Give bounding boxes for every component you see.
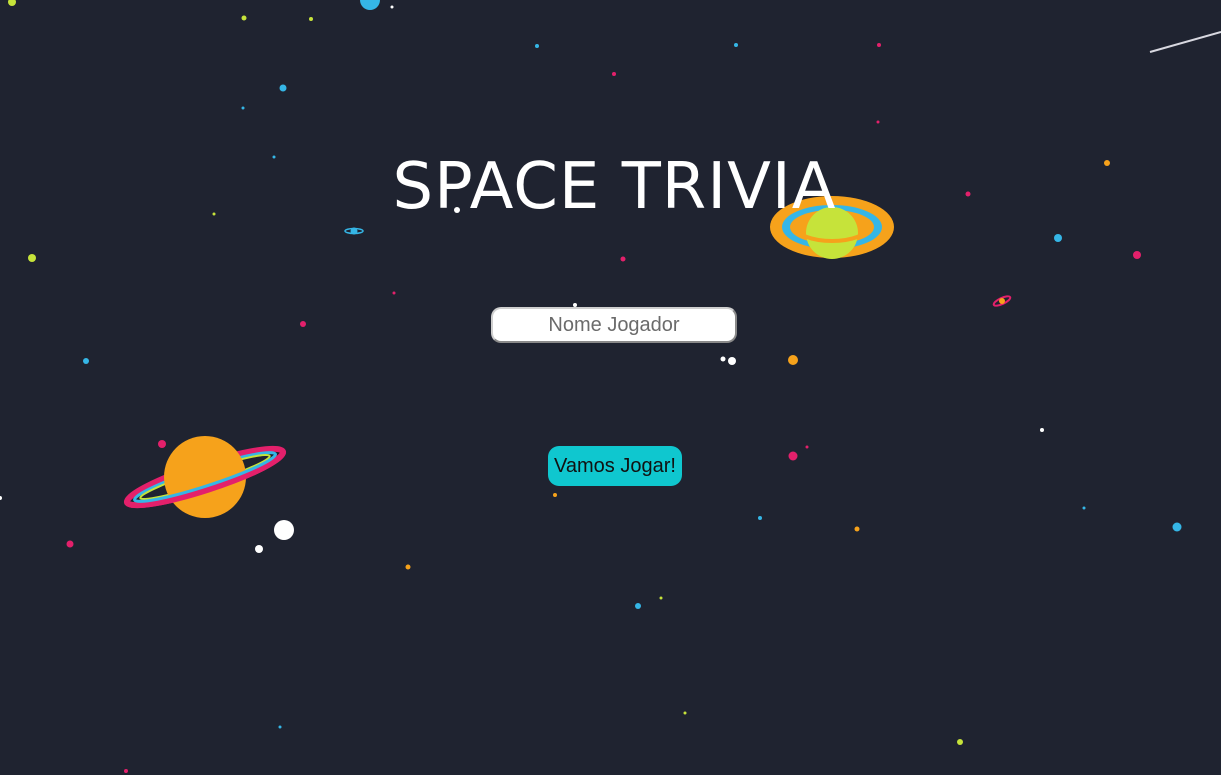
star xyxy=(635,603,641,609)
star xyxy=(300,321,306,327)
game-title: SPACE TRIVIA xyxy=(392,150,837,224)
star xyxy=(274,520,294,540)
star xyxy=(1082,506,1086,510)
star xyxy=(788,355,798,365)
star xyxy=(805,445,809,449)
star xyxy=(758,516,762,520)
star xyxy=(405,564,411,570)
shooting-star-icon xyxy=(1149,31,1221,53)
star xyxy=(683,711,687,715)
player-name-input[interactable] xyxy=(491,307,737,343)
star xyxy=(1040,428,1044,432)
star xyxy=(278,725,282,729)
star xyxy=(360,0,380,10)
star xyxy=(553,493,557,497)
star xyxy=(876,120,880,124)
star xyxy=(1172,522,1182,532)
star xyxy=(957,739,963,745)
star xyxy=(241,15,247,21)
star xyxy=(241,106,245,110)
space-background: SPACE TRIVIA Vamos Jogar! xyxy=(0,0,1221,775)
star xyxy=(535,44,539,48)
star xyxy=(279,84,287,92)
start-game-button[interactable]: Vamos Jogar! xyxy=(548,446,682,486)
star xyxy=(659,596,663,600)
star xyxy=(8,0,16,6)
star xyxy=(392,291,396,295)
tiny-ringed-planet-icon xyxy=(344,227,364,235)
star xyxy=(390,5,394,9)
star xyxy=(788,451,798,461)
star xyxy=(854,526,860,532)
star xyxy=(0,496,2,500)
star xyxy=(83,358,89,364)
star xyxy=(720,356,726,362)
star xyxy=(1054,234,1062,242)
star xyxy=(620,256,626,262)
star xyxy=(728,357,736,365)
star xyxy=(734,43,738,47)
star xyxy=(66,540,74,548)
star xyxy=(124,769,128,773)
star xyxy=(309,17,313,21)
starfield xyxy=(0,0,1221,773)
orange-ringed-planet-icon xyxy=(123,436,287,518)
star xyxy=(612,72,616,76)
star xyxy=(1133,251,1141,259)
star xyxy=(877,43,881,47)
tiny-ringed-planet-icon xyxy=(992,295,1012,307)
star xyxy=(28,254,36,262)
star xyxy=(255,545,263,553)
